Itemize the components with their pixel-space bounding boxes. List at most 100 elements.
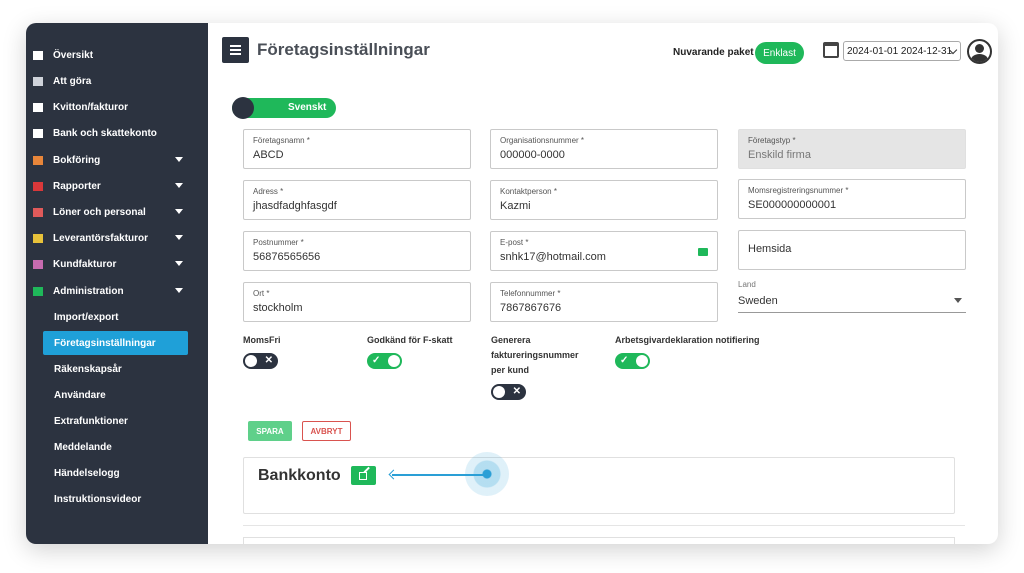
- salary-icon: [33, 207, 43, 217]
- supplier-invoice-icon: [33, 233, 43, 243]
- field-value: 000000-0000: [500, 149, 565, 161]
- field-label: Momsregistreringsnummer *: [748, 186, 849, 195]
- page-title: Företagsinställningar: [257, 40, 430, 59]
- field-value: 7867867676: [500, 302, 562, 314]
- sidebar-item-kundfakturor[interactable]: Kundfakturor: [26, 254, 208, 274]
- address-field[interactable]: Adress * jhasdfadghfasgdf: [243, 180, 471, 220]
- field-value: Enskild firma: [748, 149, 811, 161]
- calendar-icon[interactable]: [823, 42, 839, 58]
- employer-declaration-label: Arbetsgivardeklaration notifiering: [615, 335, 760, 345]
- sidebar-subitem[interactable]: Import/export: [43, 305, 188, 329]
- field-placeholder: Hemsida: [748, 243, 792, 255]
- sidebar-item-label: Kvitton/fakturor: [53, 101, 128, 113]
- field-value: ABCD: [253, 149, 284, 161]
- postcode-field[interactable]: Postnummer * 56876565656: [243, 231, 471, 271]
- caret-down-icon: [954, 298, 962, 303]
- menu-toggle-button[interactable]: [222, 37, 249, 63]
- divider: [243, 525, 965, 526]
- report-icon: [33, 181, 43, 191]
- sidebar: Översikt Att göra Kvitton/fakturor Bank och…: [26, 23, 208, 544]
- field-value: snhk17@hotmail.com: [500, 251, 606, 263]
- momsfri-switch[interactable]: ✕: [243, 353, 278, 369]
- user-avatar-icon[interactable]: [967, 39, 992, 64]
- sidebar-item-att-g-ra[interactable]: Att göra: [26, 71, 208, 91]
- fskatt-switch[interactable]: ✓: [367, 353, 402, 369]
- period-select[interactable]: 2024-01-01 2024-12-31: [843, 41, 961, 61]
- list-icon: [33, 76, 43, 86]
- company-name-field[interactable]: Företagsnamn * ABCD: [243, 129, 471, 169]
- language-label: Svenskt: [288, 102, 327, 113]
- sidebar-item-label: Leverantörsfakturor: [53, 232, 149, 244]
- switch-knob: [493, 386, 505, 398]
- package-label: Nuvarande paket: [673, 47, 754, 58]
- period-value: 2024-01-01 2024-12-31: [847, 45, 953, 57]
- sidebar-subitem[interactable]: Instruktionsvideor: [43, 487, 188, 511]
- cancel-button[interactable]: AVBRYT: [302, 421, 351, 441]
- hamburger-icon: [230, 45, 241, 47]
- city-field[interactable]: Ort * stockholm: [243, 282, 471, 322]
- invoice-number-switch[interactable]: ✕: [491, 384, 526, 400]
- switch-knob: [388, 355, 400, 367]
- caret-down-icon: [175, 235, 183, 240]
- sidebar-subitem[interactable]: Företagsinställningar: [43, 331, 188, 355]
- field-value: Kazmi: [500, 200, 531, 212]
- vat-number-field[interactable]: Momsregistreringsnummer * SE000000000001: [738, 179, 966, 219]
- sidebar-item-administration[interactable]: Administration: [26, 281, 208, 301]
- sidebar-item-label: Bokföring: [53, 154, 101, 166]
- external-link-button[interactable]: [351, 466, 376, 485]
- sidebar-item-kvitton-fakturor[interactable]: Kvitton/fakturor: [26, 97, 208, 117]
- company-type-field: Företagstyp * Enskild firma: [738, 129, 966, 169]
- sidebar-item-label: Kundfakturor: [53, 258, 117, 270]
- package-badge[interactable]: Enklast: [755, 42, 804, 64]
- check-icon: ✓: [620, 355, 629, 366]
- email-field[interactable]: E-post * snhk17@hotmail.com: [490, 231, 718, 271]
- website-field[interactable]: Hemsida: [738, 230, 966, 270]
- mail-icon[interactable]: [698, 248, 708, 256]
- bank-card: [243, 457, 955, 514]
- click-indicator: [465, 452, 509, 496]
- field-label: Företagstyp *: [748, 136, 796, 145]
- x-icon: ✕: [264, 355, 273, 366]
- switch-knob: [245, 355, 257, 367]
- contact-person-field[interactable]: Kontaktperson * Kazmi: [490, 180, 718, 220]
- sidebar-subitem[interactable]: Händelselogg: [43, 461, 188, 485]
- receipt-icon: [33, 102, 43, 112]
- hamburger-icon-bar: [230, 49, 241, 51]
- next-card: [243, 537, 955, 544]
- label-line: Generera: [491, 335, 531, 345]
- sidebar-subitem[interactable]: Räkenskapsår: [43, 357, 188, 381]
- employer-declaration-switch[interactable]: ✓: [615, 353, 650, 369]
- save-button[interactable]: SPARA: [248, 421, 292, 441]
- field-label: Organisationsnummer *: [500, 136, 585, 145]
- sidebar-item-label: Administration: [53, 285, 124, 297]
- field-value: SE000000000001: [748, 199, 837, 211]
- sidebar-subitem[interactable]: Meddelande: [43, 435, 188, 459]
- caret-down-icon: [175, 209, 183, 214]
- sidebar-item-bokf-ring[interactable]: Bokföring: [26, 150, 208, 170]
- hamburger-icon-bar: [230, 53, 241, 55]
- sidebar-item-bank-och-skattekonto[interactable]: Bank och skattekonto: [26, 123, 208, 143]
- field-label: Land: [738, 280, 756, 289]
- field-label: Adress *: [253, 187, 284, 196]
- sidebar-item-label: Att göra: [53, 75, 92, 87]
- sidebar-item-versikt[interactable]: Översikt: [26, 45, 208, 65]
- field-label: Ort *: [253, 289, 270, 298]
- field-label: Telefonnummer *: [500, 289, 561, 298]
- caret-down-icon: [175, 288, 183, 293]
- sidebar-item-l-ner-och-personal[interactable]: Löner och personal: [26, 202, 208, 222]
- sidebar-item-leverant-rsfakturor[interactable]: Leverantörsfakturor: [26, 228, 208, 248]
- language-toggle[interactable]: Svenskt: [232, 97, 336, 119]
- external-link-icon: [359, 472, 367, 480]
- sidebar-item-rapporter[interactable]: Rapporter: [26, 176, 208, 196]
- momsfri-label: MomsFri: [243, 335, 281, 345]
- field-label: Företagsnamn *: [253, 136, 310, 145]
- caret-down-icon: [175, 157, 183, 162]
- country-select[interactable]: Land Sweden: [738, 275, 966, 313]
- field-value: Sweden: [738, 295, 778, 307]
- sidebar-subitem[interactable]: Extrafunktioner: [43, 409, 188, 433]
- phone-field[interactable]: Telefonnummer * 7867867676: [490, 282, 718, 322]
- label-line: per kund: [491, 365, 530, 375]
- sidebar-subitem[interactable]: Användare: [43, 383, 188, 407]
- bank-title: Bankkonto: [258, 467, 341, 484]
- org-number-field[interactable]: Organisationsnummer * 000000-0000: [490, 129, 718, 169]
